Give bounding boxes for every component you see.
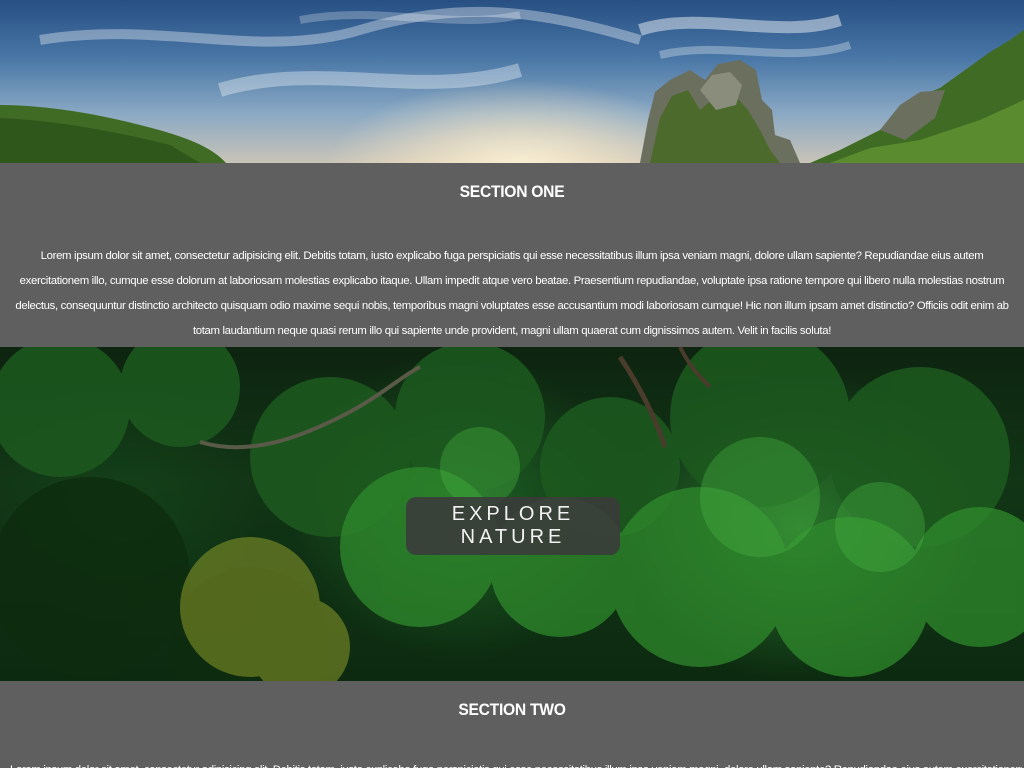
mountain-landscape-illustration bbox=[0, 6, 1024, 163]
section-two: SECTION TWO Lorem ipsum dolor sit amet, … bbox=[0, 681, 1024, 768]
section-two-body: Lorem ipsum dolor sit amet, consectetur … bbox=[2, 758, 1022, 768]
hero-image-forest: EXPLORE NATURE bbox=[0, 347, 1024, 681]
explore-nature-button[interactable]: EXPLORE NATURE bbox=[406, 497, 620, 555]
section-two-title: SECTION TWO bbox=[458, 700, 566, 719]
page: SECTION ONE Lorem ipsum dolor sit amet, … bbox=[0, 0, 1024, 768]
section-one-title: SECTION ONE bbox=[459, 182, 565, 201]
section-one-body: Lorem ipsum dolor sit amet, consectetur … bbox=[15, 250, 1009, 337]
hero-image-mountains bbox=[0, 0, 1024, 163]
section-one: SECTION ONE Lorem ipsum dolor sit amet, … bbox=[0, 163, 1024, 347]
